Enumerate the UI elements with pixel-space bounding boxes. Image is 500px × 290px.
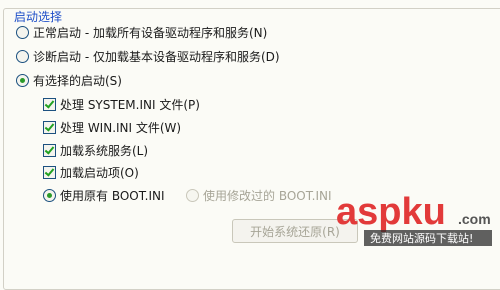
use-original-boot-ini-option[interactable]: 使用原有 BOOT.INI	[43, 186, 165, 204]
normal-startup-label: 正常启动 - 加载所有设备驱动程序和服务(N)	[33, 25, 268, 40]
normal-startup-option[interactable]: 正常启动 - 加载所有设备驱动程序和服务(N)	[16, 23, 267, 41]
selective-startup-radio[interactable]	[16, 73, 29, 87]
selected-dot-icon	[20, 77, 25, 83]
load-startup-items-option[interactable]: 加载启动项(O)	[43, 163, 139, 181]
process-system-ini-checkbox[interactable]	[43, 97, 56, 111]
use-original-boot-ini-radio[interactable]	[43, 188, 56, 202]
checkmark-icon	[44, 165, 55, 177]
process-system-ini-option[interactable]: 处理 SYSTEM.INI 文件(P)	[43, 95, 200, 113]
watermark-domain: .com	[458, 211, 491, 227]
checkmark-icon	[44, 143, 55, 155]
normal-startup-radio[interactable]	[16, 25, 29, 39]
load-startup-items-label: 加载启动项(O)	[60, 165, 139, 180]
checkmark-icon	[44, 97, 55, 109]
diagnostic-startup-radio[interactable]	[16, 49, 29, 63]
diagnostic-startup-option[interactable]: 诊断启动 - 仅加载基本设备驱动程序和服务(D)	[16, 47, 280, 65]
use-modified-boot-ini-radio[interactable]	[186, 188, 199, 202]
checkmark-icon	[44, 120, 55, 132]
selective-startup-option[interactable]: 有选择的启动(S)	[16, 71, 122, 89]
load-startup-items-checkbox[interactable]	[43, 165, 56, 179]
process-win-ini-checkbox[interactable]	[43, 120, 56, 134]
load-system-services-checkbox[interactable]	[43, 143, 56, 157]
load-system-services-option[interactable]: 加载系统服务(L)	[43, 141, 148, 159]
process-system-ini-label: 处理 SYSTEM.INI 文件(P)	[60, 97, 200, 112]
selective-startup-label: 有选择的启动(S)	[33, 73, 122, 88]
use-modified-boot-ini-label: 使用修改过的 BOOT.INI	[203, 188, 332, 203]
watermark-brand: aspku	[336, 191, 446, 233]
use-modified-boot-ini-option[interactable]: 使用修改过的 BOOT.INI	[186, 186, 332, 204]
use-original-boot-ini-label: 使用原有 BOOT.INI	[60, 188, 165, 203]
process-win-ini-option[interactable]: 处理 WIN.INI 文件(W)	[43, 118, 181, 136]
load-system-services-label: 加载系统服务(L)	[60, 143, 149, 158]
watermark-caption: 免费网站源码下载站!	[370, 231, 473, 245]
aspku-watermark-logo: aspku .com 免费网站源码下载站!	[336, 191, 492, 246]
process-win-ini-label: 处理 WIN.INI 文件(W)	[60, 120, 182, 135]
selected-dot-icon	[47, 192, 52, 198]
diagnostic-startup-label: 诊断启动 - 仅加载基本设备驱动程序和服务(D)	[33, 49, 280, 64]
